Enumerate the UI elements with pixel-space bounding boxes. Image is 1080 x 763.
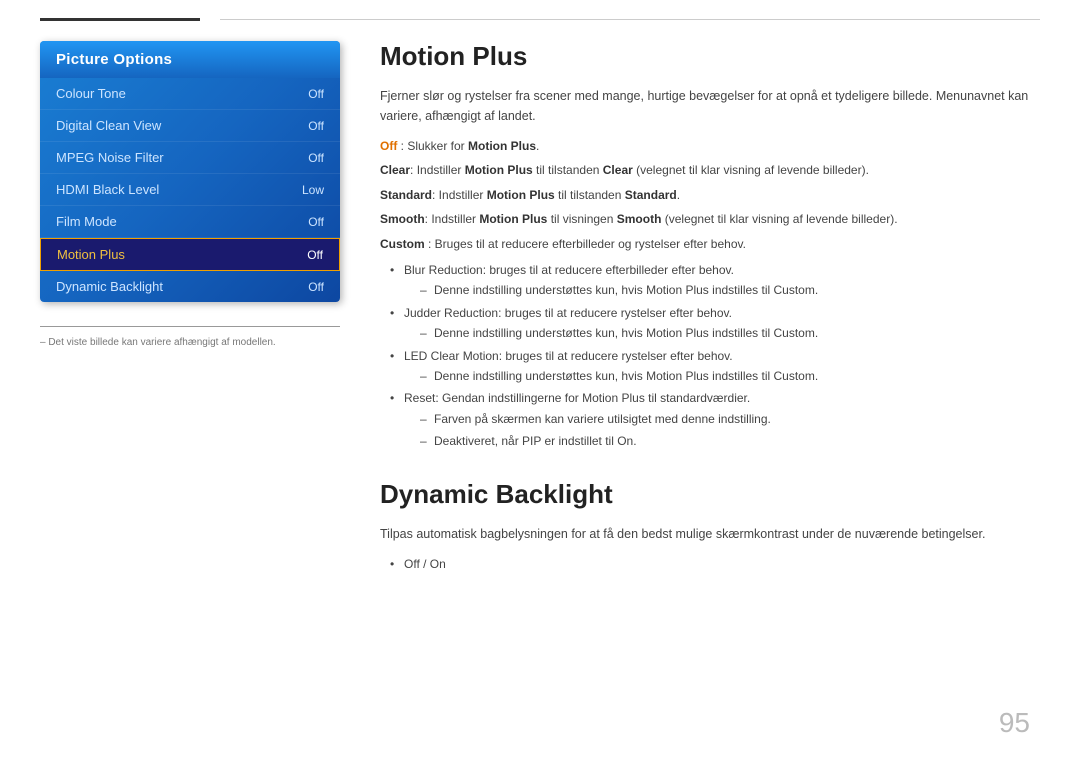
motion-plus-title: Motion Plus	[380, 41, 1040, 72]
motion-plus-description: Fjerner slør og rystelser fra scener med…	[380, 86, 1040, 126]
dynamic-backlight-bullets: Off / On	[390, 554, 1040, 574]
dynamic-backlight-section: Dynamic Backlight Tilpas automatisk bagb…	[380, 479, 1040, 574]
motion-plus-ref: Motion Plus	[468, 139, 536, 153]
standard-label: Standard	[380, 188, 432, 202]
smooth-label: Smooth	[380, 212, 425, 226]
menu-item-value: Off	[308, 87, 324, 101]
menu-item-label: Digital Clean View	[56, 118, 161, 133]
left-panel: Picture Options Colour Tone Off Digital …	[40, 41, 340, 577]
bullet-led-clear-motion: LED Clear Motion: bruges til at reducere…	[390, 346, 1040, 387]
off-on-label: Off / On	[404, 557, 446, 571]
blur-reduction-label: Blur Reduction	[404, 263, 483, 277]
motion-plus-orange1: Motion Plus	[646, 283, 709, 297]
custom-ref2: Custom	[774, 326, 815, 340]
bullet-judder-reduction: Judder Reduction: bruges til at reducere…	[390, 303, 1040, 344]
footnote-area: – Det viste billede kan variere afhængig…	[40, 326, 340, 348]
blur-reduction-subs: Denne indstilling understøttes kun, hvis…	[420, 280, 1040, 300]
motion-plus-custom-line: Custom : Bruges til at reducere efterbil…	[380, 234, 1040, 254]
custom-label: Custom	[380, 237, 425, 251]
judder-sub-1: Denne indstilling understøttes kun, hvis…	[420, 323, 1040, 343]
menu-item-value: Off	[308, 280, 324, 294]
menu-item-value: Off	[308, 119, 324, 133]
reset-sub-2: Deaktiveret, når PIP er indstillet til O…	[420, 431, 1040, 451]
menu-item-label: Motion Plus	[57, 247, 125, 262]
motion-plus-clear-line: Clear: Indstiller Motion Plus til tilsta…	[380, 160, 1040, 180]
dynamic-backlight-description: Tilpas automatisk bagbelysningen for at …	[380, 524, 1040, 544]
motion-plus-ref2: Motion Plus	[465, 163, 533, 177]
clear-label: Clear	[380, 163, 410, 177]
right-panel: Motion Plus Fjerner slør og rystelser fr…	[380, 41, 1040, 577]
footnote-text: – Det viste billede kan variere afhængig…	[40, 337, 340, 348]
motion-plus-off-line: Off : Slukker for Motion Plus.	[380, 136, 1040, 156]
menu-item-label: Dynamic Backlight	[56, 279, 163, 294]
menu-item-colour-tone[interactable]: Colour Tone Off	[40, 78, 340, 110]
menu-item-value: Off	[308, 215, 324, 229]
motion-plus-ref3: Motion Plus	[487, 188, 555, 202]
menu-item-value: Off	[308, 151, 324, 165]
led-clear-motion-label: LED Clear Motion	[404, 349, 499, 363]
off-on-bullet: Off / On	[390, 554, 1040, 574]
smooth-ref: Smooth	[617, 212, 662, 226]
top-bar	[0, 0, 1080, 21]
menu-title: Picture Options	[40, 41, 340, 78]
motion-plus-orange2: Motion Plus	[646, 326, 709, 340]
led-clear-subs: Denne indstilling understøttes kun, hvis…	[420, 366, 1040, 386]
clear-ref: Clear	[603, 163, 633, 177]
motion-plus-ref5: Motion Plus	[582, 391, 645, 405]
menu-item-film-mode[interactable]: Film Mode Off	[40, 206, 340, 238]
motion-plus-ref4: Motion Plus	[479, 212, 547, 226]
custom-ref3: Custom	[774, 369, 815, 383]
top-bar-line-right	[220, 19, 1040, 20]
off-label: Off	[380, 139, 397, 153]
motion-plus-bullets: Blur Reduction: bruges til at reducere e…	[390, 260, 1040, 452]
blur-sub-1: Denne indstilling understøttes kun, hvis…	[420, 280, 1040, 300]
menu-item-value: Off	[307, 248, 323, 262]
dynamic-backlight-title: Dynamic Backlight	[380, 479, 1040, 510]
menu-item-label: MPEG Noise Filter	[56, 150, 164, 165]
motion-plus-standard-line: Standard: Indstiller Motion Plus til til…	[380, 185, 1040, 205]
menu-item-hdmi-black-level[interactable]: HDMI Black Level Low	[40, 174, 340, 206]
custom-ref1: Custom	[774, 283, 815, 297]
led-sub-1: Denne indstilling understøttes kun, hvis…	[420, 366, 1040, 386]
standard-ref: Standard	[625, 188, 677, 202]
reset-label: Reset	[404, 391, 435, 405]
menu-item-digital-clean-view[interactable]: Digital Clean View Off	[40, 110, 340, 142]
top-bar-line-left	[40, 18, 200, 21]
reset-sub-1: Farven på skærmen kan variere utilsigtet…	[420, 409, 1040, 429]
pip-label: PIP	[522, 434, 541, 448]
menu-item-value: Low	[302, 183, 324, 197]
picture-options-menu: Picture Options Colour Tone Off Digital …	[40, 41, 340, 302]
bullet-blur-reduction: Blur Reduction: bruges til at reducere e…	[390, 260, 1040, 301]
motion-plus-smooth-line: Smooth: Indstiller Motion Plus til visni…	[380, 209, 1040, 229]
on-label: On	[617, 434, 633, 448]
bullet-reset: Reset: Gendan indstillingerne for Motion…	[390, 388, 1040, 451]
menu-item-label: HDMI Black Level	[56, 182, 159, 197]
menu-item-motion-plus[interactable]: Motion Plus Off	[40, 238, 340, 271]
judder-reduction-label: Judder Reduction	[404, 306, 498, 320]
page-number: 95	[999, 707, 1030, 739]
menu-item-dynamic-backlight[interactable]: Dynamic Backlight Off	[40, 271, 340, 302]
judder-reduction-subs: Denne indstilling understøttes kun, hvis…	[420, 323, 1040, 343]
motion-plus-orange3: Motion Plus	[646, 369, 709, 383]
reset-subs: Farven på skærmen kan variere utilsigtet…	[420, 409, 1040, 452]
menu-item-mpeg-noise[interactable]: MPEG Noise Filter Off	[40, 142, 340, 174]
menu-item-label: Colour Tone	[56, 86, 126, 101]
menu-item-label: Film Mode	[56, 214, 117, 229]
